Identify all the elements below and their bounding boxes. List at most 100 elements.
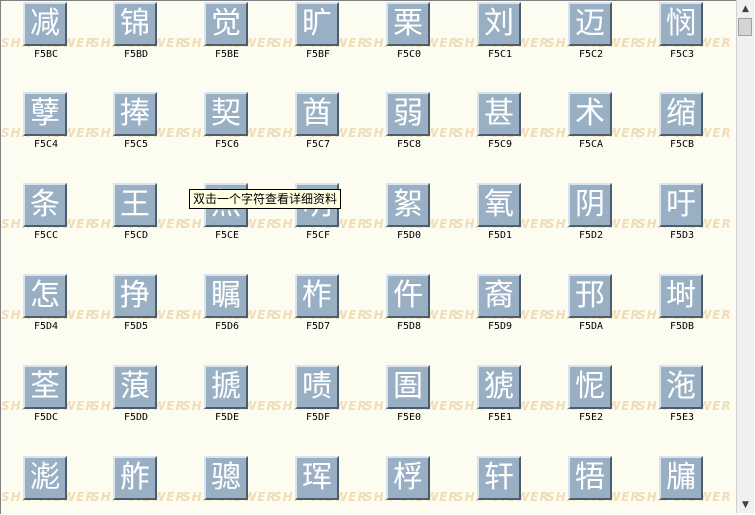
glyph-tile[interactable]: 减 [23,2,67,46]
glyph-viewer-panel[interactable]: SHX VIEWER减F5BCSHX VIEWER锦F5BDSHX VIEWER… [0,0,736,514]
glyph-cell[interactable]: SHX VIEWER氧F5D1 [455,177,549,267]
glyph-cell[interactable]: SHX VIEWER刘F5C1 [455,1,549,86]
glyph-cell[interactable]: SHX VIEWER锦F5BD [91,1,185,86]
glyph-tile[interactable]: 柞 [295,274,339,318]
glyph-tile[interactable]: 吁 [659,183,703,227]
scroll-down-arrow-icon[interactable]: ▼ [737,496,754,513]
glyph-cell[interactable]: SHX VIEWER圄F5E0 [364,359,458,449]
glyph-tile[interactable]: 悯 [659,2,703,46]
glyph-cell[interactable]: SHX VIEWER减F5BC [1,1,95,86]
glyph-cell[interactable]: SHX VIEWER沲F5E3 [637,359,731,449]
glyph-tile[interactable]: 觉 [204,2,248,46]
glyph-cell[interactable]: SHX VIEWER酋F5C7 [273,86,367,176]
glyph-cell[interactable]: SHX VIEWER邘F5DA [546,268,640,358]
glyph-cell[interactable]: SHX VIEWER埘F5DB [637,268,731,358]
glyph-cell[interactable]: SHX VIEWER怩F5E2 [546,359,640,449]
glyph-tile[interactable]: 骢 [204,456,248,500]
glyph-cell[interactable]: SHX VIEWER缩F5CB [637,86,731,176]
glyph-tile[interactable]: 仵 [386,274,430,318]
glyph-cell[interactable]: SHX VIEWER悯F5C3 [637,1,731,86]
glyph-code-label: F5E1 [487,412,513,423]
glyph-tile[interactable]: 氧 [477,183,521,227]
glyph-tile[interactable]: 邘 [568,274,612,318]
glyph-tile[interactable]: 锦 [113,2,157,46]
glyph-cell[interactable]: SHX VIEWER栗F5C0 [364,1,458,86]
glyph-tile[interactable]: 条 [23,183,67,227]
glyph-cell[interactable]: SHX VIEWER舴 [91,450,185,514]
glyph-tile[interactable]: 栗 [386,2,430,46]
glyph-tile[interactable]: 沲 [659,365,703,409]
glyph-tile[interactable]: 牾 [568,456,612,500]
glyph-tile[interactable]: 裔 [477,274,521,318]
glyph-tile[interactable]: 滮 [23,456,67,500]
glyph-tile[interactable]: 蒗 [113,365,157,409]
glyph-tile[interactable]: 迈 [568,2,612,46]
glyph-tile[interactable]: 猇 [477,365,521,409]
scroll-up-arrow-icon[interactable]: ▲ [737,0,754,17]
glyph-cell[interactable]: SHX VIEWER瞩F5D6 [182,268,276,358]
glyph-cell[interactable]: SHX VIEWER迈F5C2 [546,1,640,86]
glyph-cell[interactable]: SHX VIEWER滮 [1,450,95,514]
glyph-cell[interactable]: SHX VIEWER仵F5D8 [364,268,458,358]
glyph-cell[interactable]: SHX VIEWER捧F5C5 [91,86,185,176]
glyph-cell[interactable]: SHX VIEWER搋F5DE [182,359,276,449]
glyph-cell[interactable]: SHX VIEWER啧F5DF [273,359,367,449]
glyph-tile[interactable]: 絮 [386,183,430,227]
glyph-tile[interactable]: 舴 [113,456,157,500]
glyph-tile[interactable]: 牖 [659,456,703,500]
glyph-tile[interactable]: 荃 [23,365,67,409]
glyph-cell[interactable]: SHX VIEWER猇F5E1 [455,359,549,449]
glyph-cell[interactable]: SHX VIEWER挣F5D5 [91,268,185,358]
glyph-tile[interactable]: 搋 [204,365,248,409]
glyph-cell[interactable]: SHX VIEWER觉F5BE [182,1,276,86]
glyph-tile[interactable]: 酋 [295,92,339,136]
glyph-cell[interactable]: SHX VIEWER条F5CC [1,177,95,267]
glyph-tile[interactable]: 王 [113,183,157,227]
glyph-cell[interactable]: SHX VIEWER阴F5D2 [546,177,640,267]
glyph-cell[interactable]: SHX VIEWER牖 [637,450,731,514]
glyph-tile[interactable]: 捧 [113,92,157,136]
glyph-code-label: F5C5 [123,139,149,150]
glyph-tile[interactable]: 轩 [477,456,521,500]
glyph-tile[interactable]: 怎 [23,274,67,318]
glyph-cell[interactable]: SHX VIEWER术F5CA [546,86,640,176]
glyph-cell[interactable]: SHX VIEWER旷F5BF [273,1,367,86]
glyph-tile[interactable]: 啧 [295,365,339,409]
glyph-tile[interactable]: 挣 [113,274,157,318]
glyph-cell[interactable]: SHX VIEWER吁F5D3 [637,177,731,267]
glyph-tile[interactable]: 阴 [568,183,612,227]
glyph-cell[interactable]: SHX VIEWER牾 [546,450,640,514]
glyph-tile[interactable]: 怩 [568,365,612,409]
glyph-tile[interactable]: 桴 [386,456,430,500]
glyph-tile[interactable]: 弱 [386,92,430,136]
glyph-cell[interactable]: SHX VIEWER絮F5D0 [364,177,458,267]
glyph-cell[interactable]: SHX VIEWER王F5CD [91,177,185,267]
glyph-cell[interactable]: SHX VIEWER轩 [455,450,549,514]
glyph-tile[interactable]: 圄 [386,365,430,409]
glyph-cell[interactable]: SHX VIEWER弱F5C8 [364,86,458,176]
glyph-tile[interactable]: 刘 [477,2,521,46]
glyph-cell[interactable]: SHX VIEWER甚F5C9 [455,86,549,176]
glyph-cell[interactable]: SHX VIEWER珲 [273,450,367,514]
glyph-tile[interactable]: 孽 [23,92,67,136]
glyph-tile[interactable]: 珲 [295,456,339,500]
glyph-tile[interactable]: 旷 [295,2,339,46]
glyph-cell[interactable]: SHX VIEWER荃F5DC [1,359,95,449]
glyph-cell[interactable]: SHX VIEWER蒗F5DD [91,359,185,449]
glyph-cell[interactable]: SHX VIEWER骢 [182,450,276,514]
glyph-tile[interactable]: 缩 [659,92,703,136]
glyph-tile[interactable]: 埘 [659,274,703,318]
glyph-cell[interactable]: SHX VIEWER怎F5D4 [1,268,95,358]
glyph-cell[interactable]: SHX VIEWER孽F5C4 [1,86,95,176]
glyph-tile[interactable]: 术 [568,92,612,136]
glyph-tile[interactable]: 瞩 [204,274,248,318]
glyph-cell[interactable]: SHX VIEWER桴 [364,450,458,514]
glyph-cell[interactable]: SHX VIEWER柞F5D7 [273,268,367,358]
glyph-tile[interactable]: 契 [204,92,248,136]
vertical-scrollbar[interactable]: ▲ ▼ [736,0,754,513]
scrollbar-thumb[interactable] [738,18,752,36]
glyph-tile[interactable]: 甚 [477,92,521,136]
glyph-cell[interactable]: SHX VIEWER裔F5D9 [455,268,549,358]
glyph-code-label: F5DB [669,321,695,332]
glyph-cell[interactable]: SHX VIEWER契F5C6 [182,86,276,176]
